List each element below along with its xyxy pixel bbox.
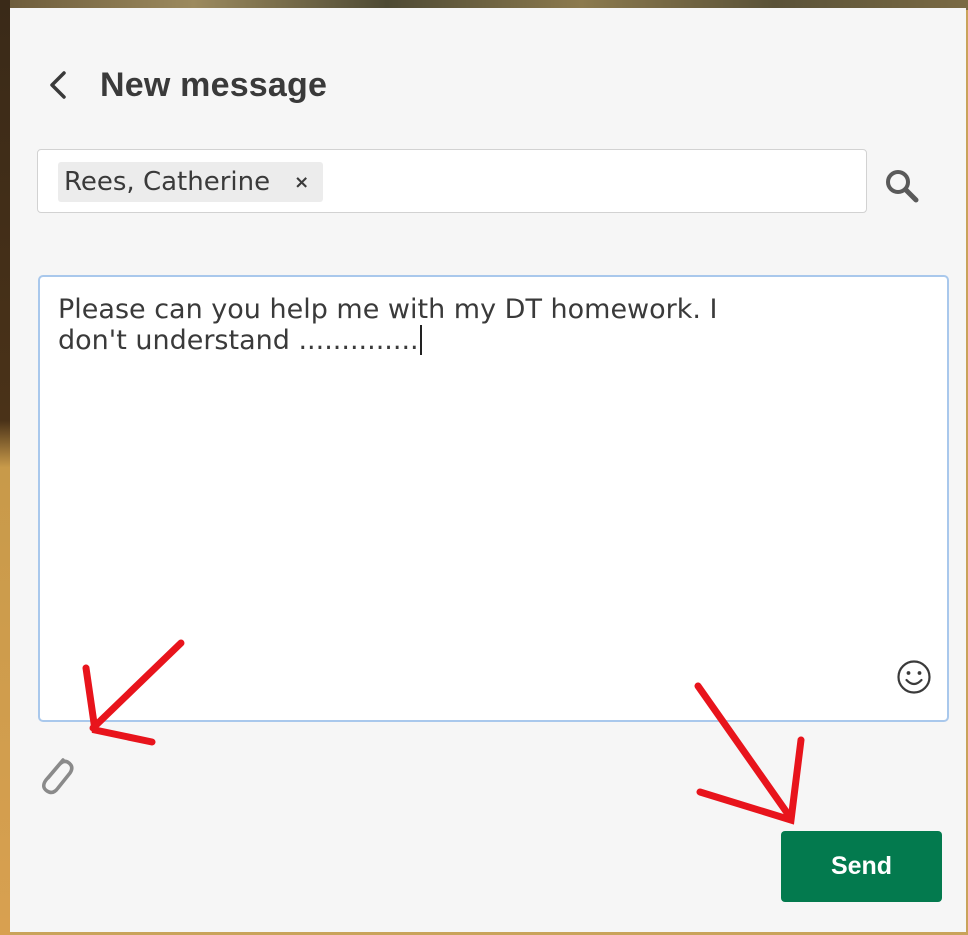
recipient-chip: Rees, Catherine × xyxy=(58,162,324,202)
message-body-input[interactable]: Please can you help me with my DT homewo… xyxy=(38,275,949,722)
remove-recipient-button[interactable]: × xyxy=(294,172,309,193)
background-photo-strip-left xyxy=(0,0,10,935)
panel-header: New message xyxy=(44,60,327,110)
recipient-field[interactable]: Rees, Catherine × xyxy=(37,149,867,213)
message-text[interactable]: Please can you help me with my DT homewo… xyxy=(58,295,818,356)
paperclip-icon[interactable] xyxy=(32,750,78,800)
chevron-left-icon[interactable] xyxy=(44,65,72,105)
smiley-icon[interactable] xyxy=(894,657,934,697)
recipient-chip-label: Rees, Catherine xyxy=(64,167,271,197)
send-button[interactable]: Send xyxy=(781,831,942,902)
message-content: Please can you help me with my DT homewo… xyxy=(58,294,718,356)
page-title: New message xyxy=(100,65,328,104)
text-caret xyxy=(419,325,422,355)
search-icon[interactable] xyxy=(883,167,921,205)
new-message-panel: New message Rees, Catherine × Please can… xyxy=(10,8,966,932)
